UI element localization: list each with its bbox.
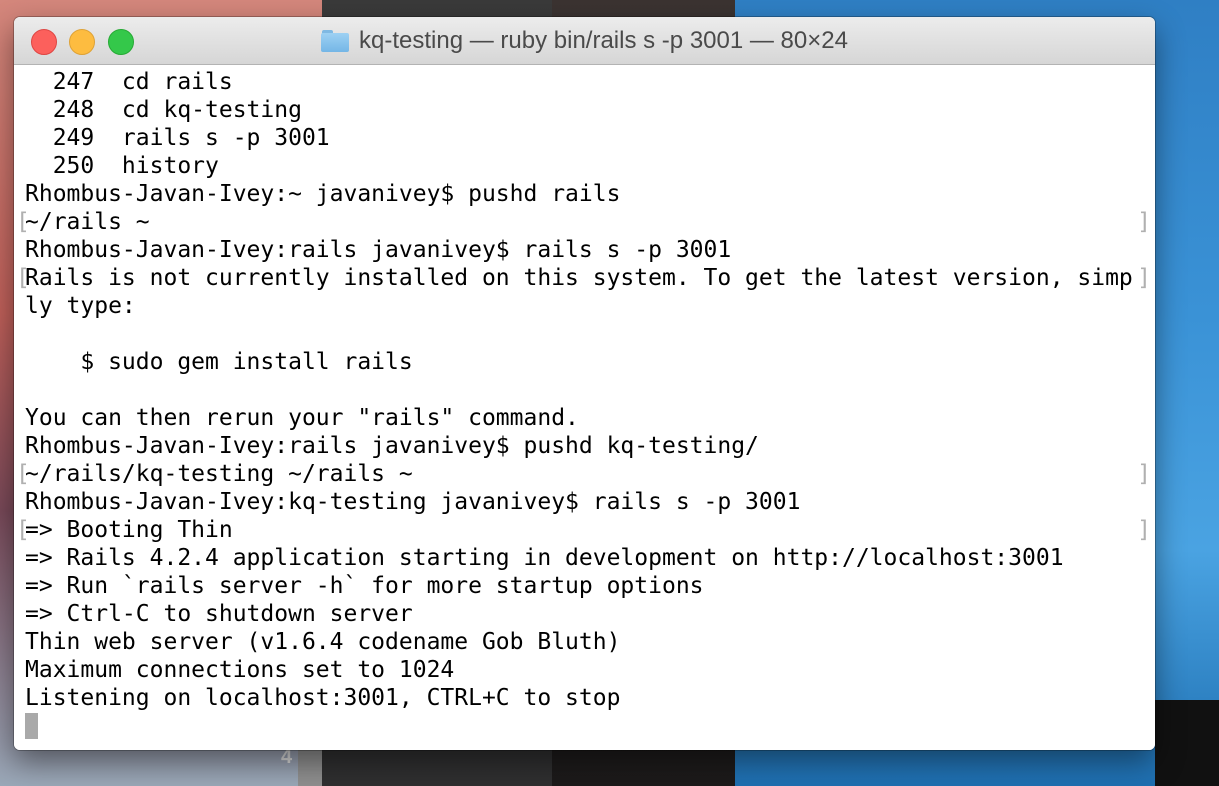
terminal-content[interactable]: 247 cd rails 248 cd kq-testing 249 rails… <box>14 65 1155 750</box>
terminal-line: $ sudo gem install rails <box>25 349 413 375</box>
prompt-mark-right: ] <box>1137 265 1151 291</box>
desktop-dark-region <box>1155 700 1219 786</box>
title-bar[interactable]: kq-testing — ruby bin/rails s -p 3001 — … <box>14 17 1155 65</box>
window-title: kq-testing — ruby bin/rails s -p 3001 — … <box>359 26 848 54</box>
terminal-line: ~/rails/kq-testing ~/rails ~ <box>25 461 413 487</box>
terminal-line: Rhombus-Javan-Ivey:kq-testing javanivey$… <box>25 489 801 515</box>
terminal-line: 250 history <box>25 153 219 179</box>
terminal-line: ~/rails ~ <box>25 209 150 235</box>
prompt-mark-left: [ <box>16 461 30 487</box>
terminal-line: Maximum connections set to 1024 <box>25 657 455 683</box>
terminal-line: Rails is not currently installed on this… <box>25 265 1133 291</box>
terminal-line: => Rails 4.2.4 application starting in d… <box>25 545 1064 571</box>
terminal-line: => Run `rails server -h` for more startu… <box>25 573 704 599</box>
terminal-window[interactable]: kq-testing — ruby bin/rails s -p 3001 — … <box>14 17 1155 750</box>
terminal-line: 249 rails s -p 3001 <box>25 125 330 151</box>
terminal-line: Listening on localhost:3001, CTRL+C to s… <box>25 685 621 711</box>
cursor-line <box>25 712 1133 740</box>
terminal-line: Rhombus-Javan-Ivey:rails javanivey$ push… <box>25 433 759 459</box>
terminal-line: 247 cd rails <box>25 69 233 95</box>
terminal-line: => Ctrl-C to shutdown server <box>25 601 413 627</box>
block-cursor-icon <box>25 713 38 739</box>
terminal-line: Rhombus-Javan-Ivey:rails javanivey$ rail… <box>25 237 732 263</box>
prompt-mark-right: ] <box>1137 461 1151 487</box>
prompt-mark-left: [ <box>16 517 30 543</box>
prompt-mark-right: ] <box>1137 209 1151 235</box>
window-title-group: kq-testing — ruby bin/rails s -p 3001 — … <box>14 17 1155 64</box>
prompt-mark-left: [ <box>16 209 30 235</box>
terminal-line: ly type: <box>25 293 136 319</box>
terminal-line: 248 cd kq-testing <box>25 97 302 123</box>
terminal-line: You can then rerun your "rails" command. <box>25 405 579 431</box>
terminal-line: Rhombus-Javan-Ivey:~ javanivey$ pushd ra… <box>25 181 621 207</box>
folder-icon <box>321 29 350 52</box>
terminal-line: Thin web server (v1.6.4 codename Gob Blu… <box>25 629 621 655</box>
prompt-mark-right: ] <box>1137 517 1151 543</box>
prompt-mark-left: [ <box>16 265 30 291</box>
terminal-line: => Booting Thin <box>25 517 233 543</box>
terminal-output: 247 cd rails 248 cd kq-testing 249 rails… <box>25 68 1133 740</box>
